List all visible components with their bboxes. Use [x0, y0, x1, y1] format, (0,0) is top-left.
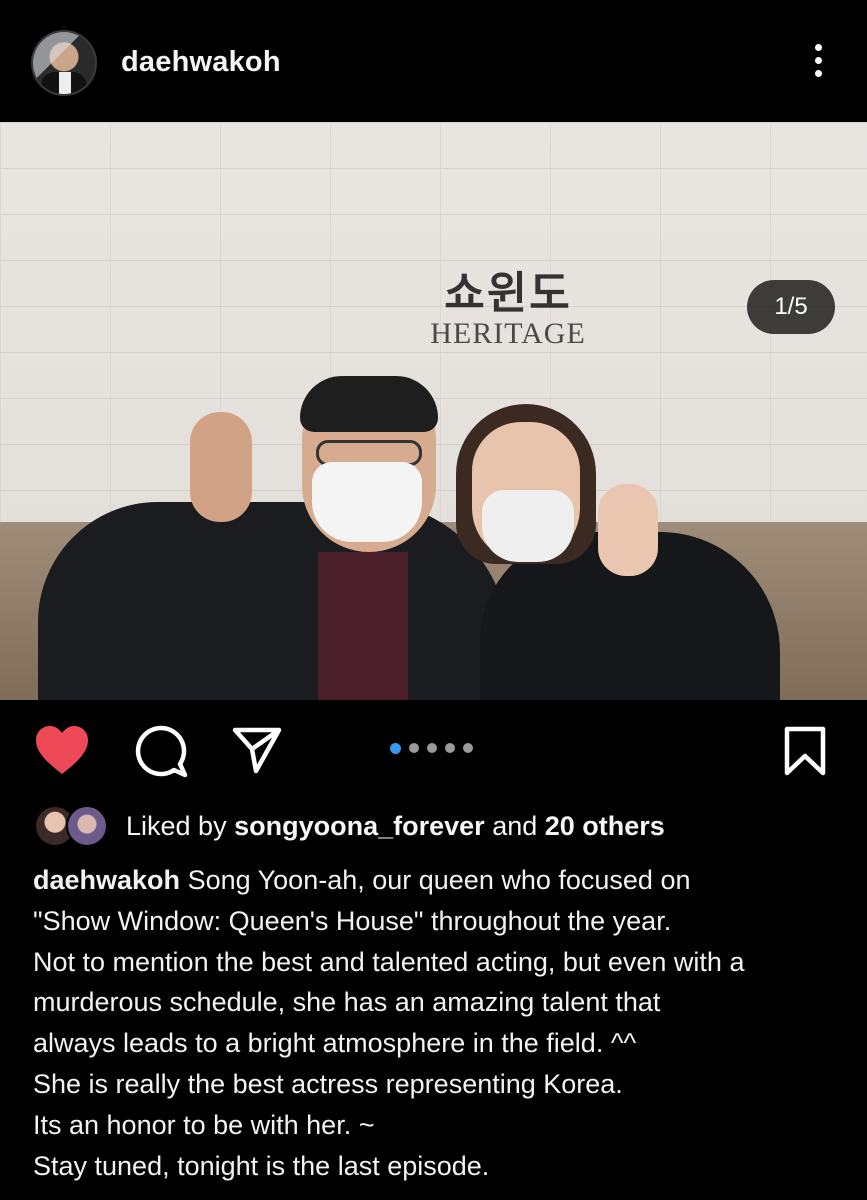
- comment-icon[interactable]: [134, 724, 188, 778]
- liker-avatar: [66, 805, 108, 847]
- post-image[interactable]: 쇼윈도 HERITAGE 1/5: [0, 122, 867, 700]
- paper-plane-icon[interactable]: [232, 726, 282, 774]
- bookmark-icon[interactable]: [784, 726, 826, 776]
- caption-text: Its an honor to be with her. ~: [33, 1109, 375, 1140]
- caption-text: Stay tuned, tonight is the last episode.: [33, 1150, 490, 1181]
- likes-row[interactable]: Liked by songyoona_forever and 20 others: [34, 803, 665, 849]
- caption-text: Song Yoon-ah, our queen who focused on: [187, 865, 691, 895]
- carousel-dot[interactable]: [409, 743, 419, 753]
- caption-text: Not to mention the best and talented act…: [33, 946, 745, 977]
- liker-username[interactable]: songyoona_forever: [234, 811, 485, 841]
- man-shirt: [318, 552, 408, 700]
- carousel-counter: 1/5: [747, 280, 835, 334]
- man-mask: [312, 462, 422, 542]
- carousel-dot[interactable]: [463, 743, 473, 753]
- woman-peace-hand: [598, 484, 658, 576]
- profile-avatar[interactable]: [31, 30, 97, 96]
- carousel-dot-active[interactable]: [390, 742, 401, 754]
- man-peace-hand: [190, 412, 252, 522]
- more-options-icon[interactable]: [806, 44, 830, 84]
- carousel-dot[interactable]: [445, 743, 455, 753]
- action-bar: [0, 700, 867, 800]
- caption-line: daehwakoh Song Yoon-ah, our queen who fo…: [33, 860, 843, 901]
- username-link[interactable]: daehwakoh: [121, 46, 281, 79]
- post-caption: daehwakoh Song Yoon-ah, our queen who fo…: [33, 860, 843, 1186]
- caption-text: "Show Window: Queen's House" throughout …: [33, 905, 672, 936]
- caption-text: She is really the best actress represent…: [33, 1068, 623, 1099]
- likes-text: Liked by songyoona_forever and 20 others: [126, 811, 665, 842]
- likes-prefix: Liked by: [126, 810, 227, 841]
- man-jacket: [38, 502, 508, 700]
- man-hair: [300, 376, 438, 432]
- caption-text: always leads to a bright atmosphere in t…: [33, 1028, 637, 1059]
- post-header: daehwakoh: [0, 0, 867, 122]
- woman-mask: [482, 490, 574, 562]
- sign-english-text: HERITAGE: [430, 317, 586, 350]
- carousel-dots: [390, 742, 473, 754]
- sign-korean-text: 쇼윈도: [444, 268, 572, 319]
- heritage-sign: 쇼윈도 HERITAGE: [418, 257, 598, 351]
- likes-middle: and: [492, 810, 538, 841]
- caption-author[interactable]: daehwakoh: [33, 865, 180, 895]
- likes-others-link[interactable]: 20 others: [545, 811, 665, 841]
- heart-filled-icon[interactable]: [34, 724, 90, 776]
- carousel-dot[interactable]: [427, 743, 437, 753]
- caption-text: murderous schedule, she has an amazing t…: [33, 987, 661, 1018]
